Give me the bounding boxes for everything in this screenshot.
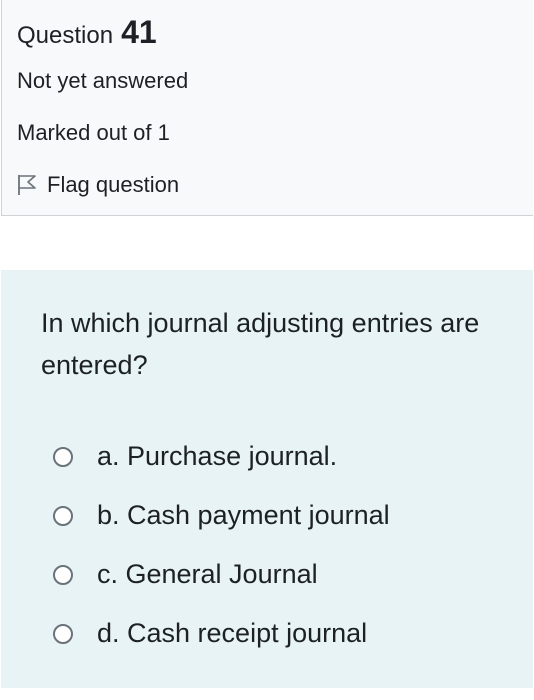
radio-button-b[interactable] — [53, 505, 73, 526]
answer-label-a: a. Purchase journal. — [97, 441, 338, 471]
answer-option-a[interactable]: a. Purchase journal. — [53, 427, 390, 486]
question-grade: Marked out of 1 — [17, 120, 170, 145]
answer-label-b: b. Cash payment journal — [97, 500, 390, 530]
answer-label-c: c. General Journal — [97, 559, 318, 589]
radio-button-a[interactable] — [53, 446, 73, 467]
answer-options: a. Purchase journal. b. Cash payment jou… — [53, 427, 390, 663]
radio-button-c[interactable] — [53, 564, 73, 585]
answer-label-d: d. Cash receipt journal — [97, 618, 368, 648]
radio-button-d[interactable] — [53, 623, 73, 644]
answer-option-c[interactable]: c. General Journal — [53, 545, 390, 604]
flag-question-link[interactable]: Flag question — [17, 172, 179, 198]
answer-option-b[interactable]: b. Cash payment journal — [53, 486, 390, 545]
question-text: In which journal adjusting entries are e… — [41, 308, 480, 380]
flag-outline-icon — [18, 175, 36, 195]
question-heading: Question 41 — [17, 14, 157, 51]
flag-question-label: Flag question — [47, 172, 180, 197]
question-state: Not yet answered — [17, 68, 189, 93]
answer-option-d[interactable]: d. Cash receipt journal — [53, 604, 390, 663]
question-number: 41 — [121, 14, 157, 50]
question-label: Question — [17, 22, 114, 49]
